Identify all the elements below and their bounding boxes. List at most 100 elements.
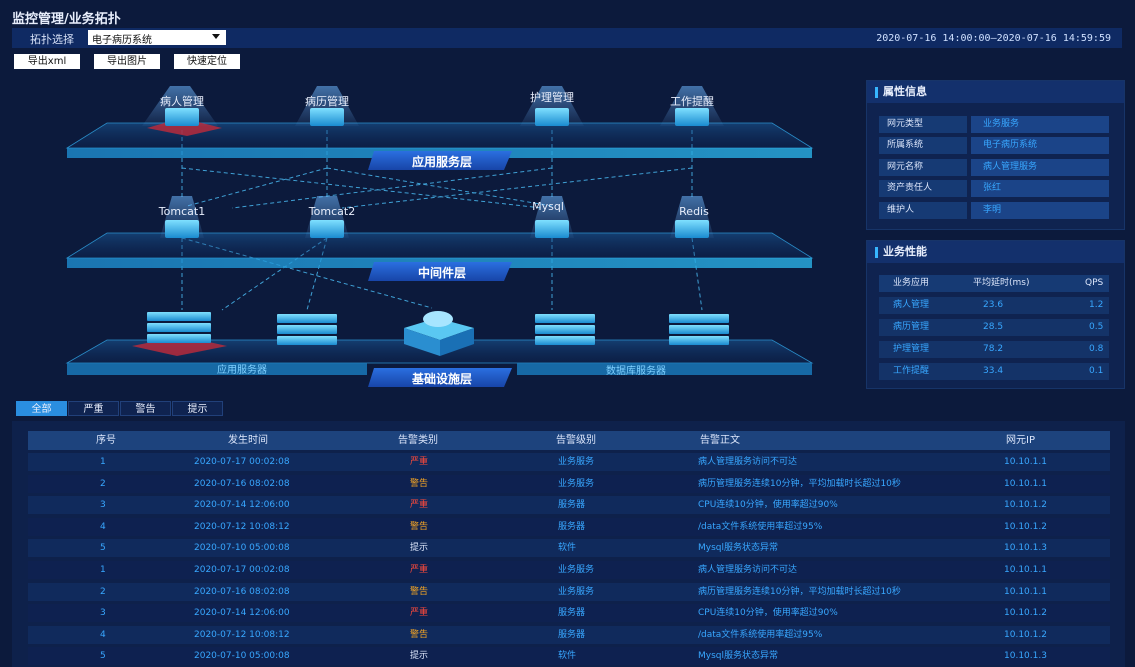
alarm-row[interactable]: 2 2020-07-16 08:02:08 警告 业务服务 病历管理服务连续10分钟，平… [28,474,1110,493]
alarm-level: 软件 [558,543,577,554]
property-value: 业务服务 [971,116,1109,133]
server-db-2[interactable] [669,314,729,345]
alarm-index: 3 [100,608,106,619]
alarm-index: 4 [100,629,106,640]
quick-locate-button[interactable]: 快速定位 [174,54,240,69]
alarm-level: 业务服务 [558,586,595,597]
alarm-ip: 10.10.1.2 [1004,521,1047,532]
property-value: 李明 [971,202,1109,219]
server-db-1[interactable] [535,314,595,345]
middleware-node-label: Tomcat1 [158,205,205,218]
node-work-reminder[interactable]: 工作提醒 [660,86,724,126]
export-xml-button[interactable]: 导出xml [14,54,80,69]
properties-title: 属性信息 [867,81,1124,103]
middleware-node-label: Tomcat2 [308,205,355,218]
alarm-index: 1 [100,457,106,467]
alarm-index: 2 [100,586,106,597]
alarm-table: 序号 发生时间 告警类别 告警级别 告警正文 网元IP 1 2020-07-17 … [12,421,1125,667]
alarm-message: 病人管理服务访问不可达 [698,457,798,467]
alarm-row[interactable]: 3 2020-07-14 12:06:00 严重 服务器 CPU连续10分钟，使用率超过… [28,604,1110,623]
app-node-label: 护理管理 [530,90,574,104]
performance-header-cell: 业务应用 [893,278,930,288]
performance-latency: 78.2 [983,344,1004,354]
page-title: 监控管理/业务拓扑 [12,12,121,27]
property-row: 维护人 李明 [879,202,1109,219]
property-key: 资产责任人 [879,180,967,197]
performance-app: 病人管理 [893,300,930,310]
alarm-ip: 10.10.1.1 [1004,586,1047,597]
properties-panel: 属性信息 网元类型 业务服务 所属系统 电子病历系统 网元名称 病人管理服务 资… [866,80,1125,230]
alarm-index: 5 [100,651,106,662]
node-patient-mgmt[interactable]: 病人管理 [142,86,222,136]
middleware-layer-label: 中间件层 [418,265,466,280]
alarm-message: CPU连续10分钟，使用率超过90% [698,500,838,511]
alarm-row[interactable]: 1 2020-07-17 00:02:08 严重 业务服务 病人管理服务访问不可达 10.… [28,453,1110,471]
alarm-row[interactable]: 2 2020-07-16 08:02:08 警告 业务服务 病历管理服务连续10分钟，平… [28,582,1110,601]
property-key: 网元类型 [879,116,967,133]
performance-row[interactable]: 病历管理 28.5 0.5 [879,319,1109,336]
performance-row[interactable]: 护理管理 78.2 0.8 [879,341,1109,358]
property-value: 张红 [971,180,1109,197]
alarm-row[interactable]: 5 2020-07-10 05:00:08 提示 软件 Mysql服务状态异常 10.10… [28,647,1110,666]
alarm-ip: 10.10.1.2 [1004,500,1047,511]
alarm-message: 病人管理服务访问不可达 [698,565,798,575]
alarm-row[interactable]: 5 2020-07-10 05:00:08 提示 软件 Mysql服务状态异常 10.10… [28,539,1110,558]
alarm-category: 提示 [410,651,429,662]
alarm-index: 3 [100,500,106,511]
alarm-time: 2020-07-12 10:08:12 [194,521,290,532]
performance-qps: 1.2 [1089,300,1104,310]
alarm-level: 软件 [558,651,577,662]
tab-info[interactable]: 提示 [172,401,223,416]
middleware-node-label: Redis [679,205,709,218]
alarm-ip: 10.10.1.2 [1004,608,1047,619]
alarm-time: 2020-07-16 08:02:08 [194,586,290,597]
alarm-row[interactable]: 1 2020-07-17 00:02:08 严重 业务服务 病人管理服务访问不可达 10.… [28,561,1110,579]
node-tomcat1[interactable]: Tomcat1 [158,196,205,238]
alarm-category: 严重 [410,500,429,511]
alarm-row[interactable]: 4 2020-07-12 10:08:12 警告 服务器/data文件系统使用率超过9… [28,517,1110,536]
performance-qps: 0.8 [1089,344,1104,354]
time-range[interactable]: 2020-07-16 14:00:00—2020-07-16 14:59:59 [876,33,1111,44]
alarm-category: 警告 [410,629,429,640]
node-nursing-mgmt[interactable]: 护理管理 [520,86,584,126]
performance-title: 业务性能 [867,241,1124,263]
alarm-row[interactable]: 3 2020-07-14 12:06:00 严重 服务器 CPU连续10分钟，使用率超过… [28,496,1110,515]
performance-header-cell: 平均延时(ms) [973,278,1030,288]
alarm-message: 病历管理服务连续10分钟，平均加载时长超过10秒 [698,586,901,597]
node-mysql[interactable]: Mysql [530,196,574,238]
alarm-category: 严重 [410,565,429,575]
alarm-ip: 10.10.1.1 [1004,457,1047,467]
node-redis[interactable]: Redis [670,196,714,238]
performance-row[interactable]: 工作提醒 33.4 0.1 [879,363,1109,380]
performance-qps: 0.5 [1089,322,1104,332]
server-app-2[interactable] [277,314,337,345]
alarm-ip: 10.10.1.1 [1004,478,1047,489]
performance-header-cell: QPS [1085,278,1104,288]
tab-all[interactable]: 全部 [16,401,67,416]
alarm-time: 2020-07-16 08:02:08 [194,478,290,489]
topology-select[interactable]: 电子病历系统 [88,30,226,46]
alarm-message: Mysql服务状态异常 [698,651,778,662]
alarm-message: 病历管理服务连续10分钟，平均加载时长超过10秒 [698,478,901,489]
export-image-button[interactable]: 导出图片 [94,54,160,69]
node-record-mgmt[interactable]: 病历管理 [295,86,359,126]
alarm-level: 服务器 [558,500,586,511]
alarm-row[interactable]: 4 2020-07-12 10:08:12 警告 服务器/data文件系统使用率超过9… [28,625,1110,644]
alarm-ip: 10.10.1.1 [1004,565,1047,575]
alarm-category: 警告 [410,478,429,489]
property-row: 所属系统 电子病历系统 [879,137,1109,154]
alarm-index: 2 [100,478,106,489]
topology-diagram: 应用服务层 中间件层 基础设施层 应用服务器 数据库服务器 病人管理 病历管理 … [65,86,814,387]
alarm-time: 2020-07-17 00:02:08 [194,457,290,467]
property-key: 所属系统 [879,137,967,154]
tab-warning[interactable]: 警告 [120,401,171,416]
performance-table-header: 业务应用 平均延时(ms) QPS [879,275,1109,292]
tab-critical[interactable]: 严重 [68,401,119,416]
performance-row[interactable]: 病人管理 23.6 1.2 [879,297,1109,314]
performance-latency: 33.4 [983,366,1004,376]
node-tomcat2[interactable]: Tomcat2 [305,196,355,238]
app-layer-label: 应用服务层 [412,154,472,169]
performance-app: 工作提醒 [893,366,930,376]
alarm-time: 2020-07-10 05:00:08 [194,651,290,662]
alarm-index: 1 [100,565,106,575]
